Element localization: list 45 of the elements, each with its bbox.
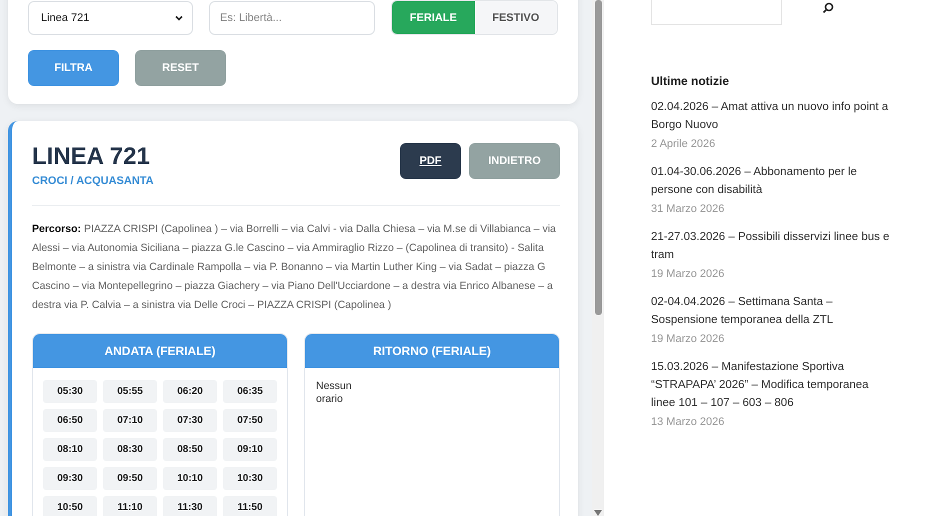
departure-time: 06:20	[163, 380, 217, 403]
search-field[interactable]: Es: Libertà...	[209, 0, 376, 34]
departure-time: 06:50	[43, 409, 97, 432]
empty-message: Nessun orario	[315, 379, 353, 407]
departure-time: 11:10	[103, 496, 157, 516]
pdf-button[interactable]: PDF	[400, 143, 461, 179]
departure-time: 07:30	[163, 409, 217, 432]
news-link[interactable]: 15.03.2026 – Manifestazione Sportiva “STRAPAPA’ 2026” – Modifica temporanea linee 101 – 107 – 603 – 806	[651, 358, 891, 412]
departure-time: 10:50	[43, 496, 97, 516]
departure-time: 05:55	[103, 380, 157, 403]
departure-time: 08:50	[163, 438, 217, 461]
timetable-header: ANDATA (FERIALE)	[33, 334, 287, 368]
departure-time: 11:50	[223, 496, 277, 516]
departure-time: 10:10	[163, 467, 217, 490]
news-date: 13 Marzo 2026	[651, 416, 726, 428]
departure-time: 08:30	[103, 438, 157, 461]
departure-time: 11:30	[163, 496, 217, 516]
line-title: LINEA 721	[32, 143, 151, 171]
search-icon[interactable]	[822, 2, 834, 14]
news-heading: Ultime notizie	[651, 74, 730, 88]
departure-time: 09:10	[223, 438, 277, 461]
departure-time: 06:35	[223, 380, 277, 403]
departure-time: 07:10	[103, 409, 157, 432]
line-select[interactable]: Linea 721	[28, 0, 194, 34]
sidebar-search-field[interactable]	[651, 0, 782, 25]
timetable-header: RITORNO (FERIALE)	[305, 334, 559, 368]
departure-time: 08:10	[43, 438, 97, 461]
news-date: 19 Marzo 2026	[651, 333, 726, 345]
news-link[interactable]: 02-04.04.2026 – Settimana Santa – Sospensione temporanea della ZTL	[651, 293, 891, 329]
departure-time: 09:50	[103, 467, 157, 490]
departure-time: 09:30	[43, 467, 97, 490]
news-link[interactable]: 21-27.03.2026 – Possibili disservizi linee bus e tram	[651, 228, 891, 264]
line-subtitle: CROCI / ACQUASANTA	[32, 175, 154, 187]
route-description: Percorso: PIAZZA CRISPI (Capolinea ) – via Borrelli – via Calvi - via Dalla Chiesa – via M.se di Villabianca – via Alessi – via Autonomia Siciliana – piazza G.le Cascino – via Ammiraglio Rizzo – (Capolinea di transito) - Salita Belmonte – a sinistra via Cardinale Rampolla – via P. Bonanno – via Martin Luther King – via Sadat – piazza G Cascino – via Montepellegrino – piazza Giachery – via Piano Dell'Ucciardone – a destra via Enrico Albanese – a destra via P. Calvia – a sinistra via Delle Croci – PIAZZA CRISPI (Capolinea )	[32, 222, 557, 313]
news-date: 2 Aprile 2026	[651, 138, 716, 150]
departure-time: 10:30	[223, 467, 277, 490]
scroll-down-icon[interactable]	[594, 510, 602, 516]
news-date: 31 Marzo 2026	[651, 203, 726, 215]
departure-time: 05:30	[43, 380, 97, 403]
news-link[interactable]: 02.04.2026 – Amat attiva un nuovo info point a Borgo Nuovo	[651, 98, 891, 134]
news-date: 19 Marzo 2026	[651, 268, 726, 280]
scrollbar[interactable]	[592, 0, 604, 516]
departure-time: 07:50	[223, 409, 277, 432]
day-type-tab[interactable]: FESTIVO	[474, 1, 557, 34]
news-link[interactable]: 01.04-30.06.2026 – Abbonamento per le persone con disabilità	[651, 163, 891, 199]
